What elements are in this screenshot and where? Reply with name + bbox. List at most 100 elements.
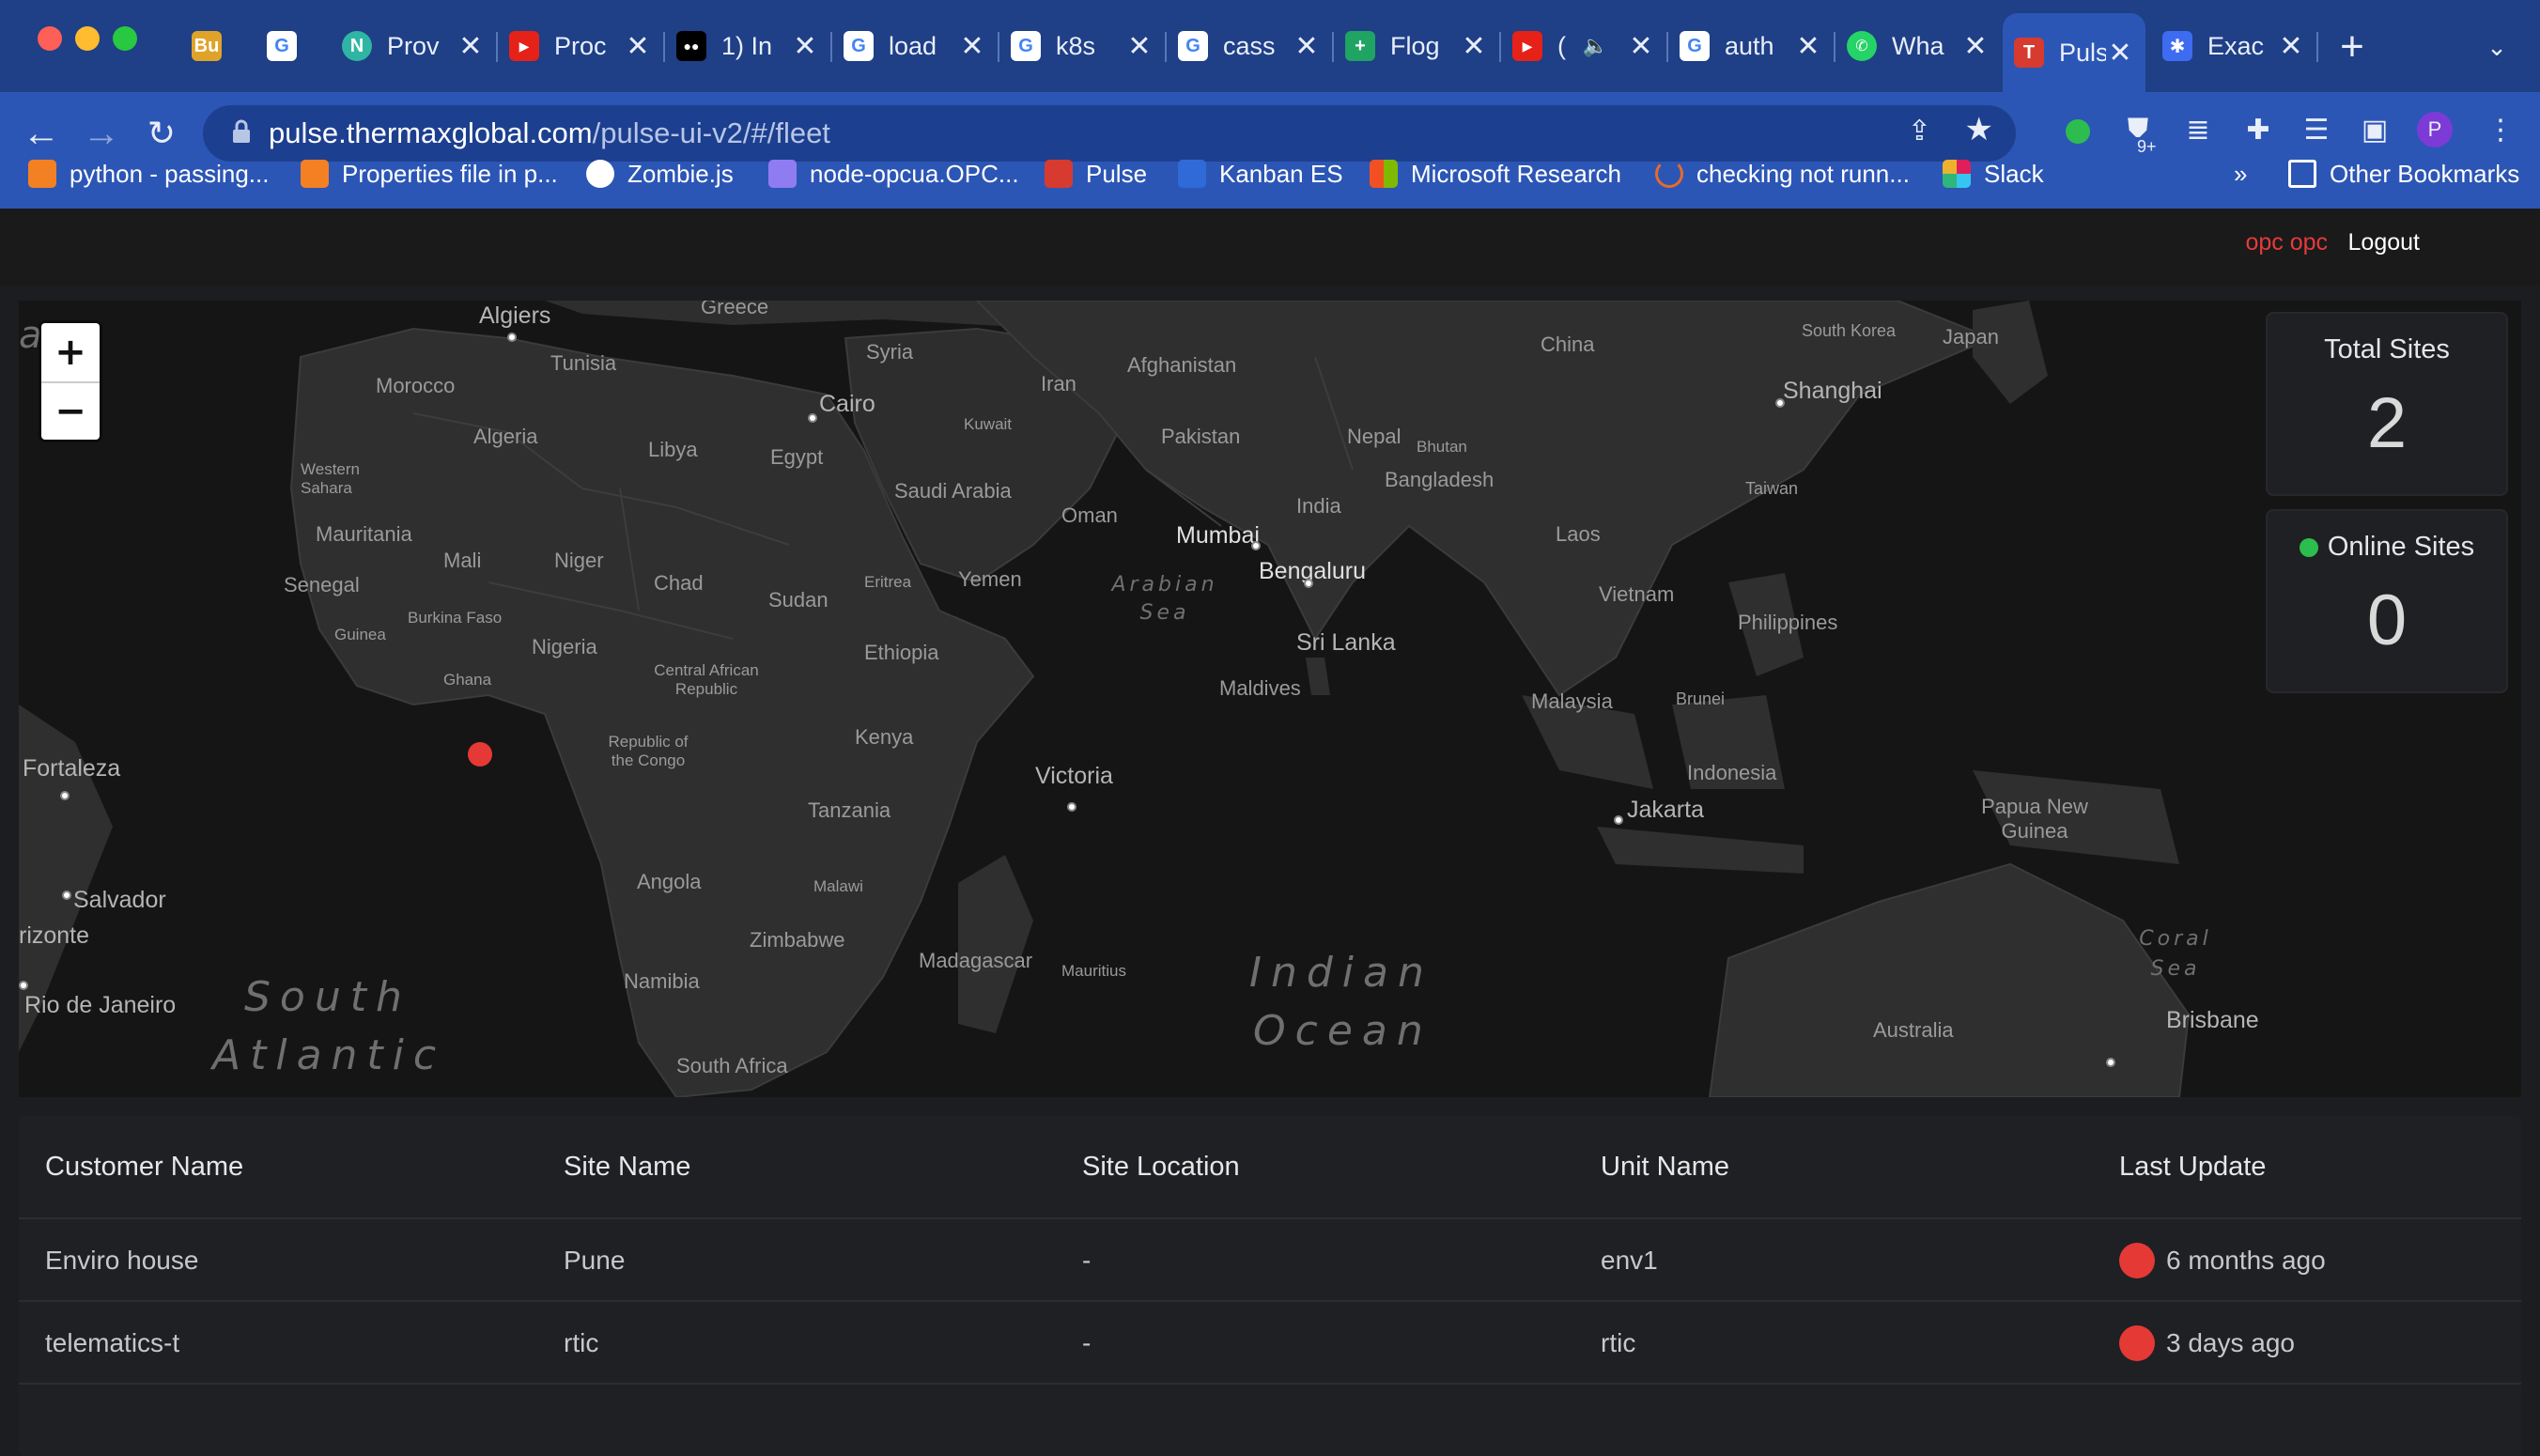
close-icon[interactable]: ✕ <box>457 30 485 63</box>
bookmark-label: Pulse <box>1086 159 1148 188</box>
browser-tab[interactable]: G auth ✕ <box>1668 17 1834 75</box>
map-label: Mauritania <box>316 522 412 546</box>
bookmark-item[interactable]: Zombie.js <box>586 154 734 194</box>
map-label: Mumbai <box>1176 522 1260 549</box>
logout-link[interactable]: Logout <box>2348 229 2420 256</box>
close-icon[interactable]: ✕ <box>958 30 986 63</box>
map-label: Indonesia <box>1687 761 1777 784</box>
tab-title: Exac <box>2207 31 2265 60</box>
bookmark-item[interactable]: Properties file in p... <box>301 154 558 194</box>
forward-button[interactable]: → <box>77 109 126 158</box>
close-icon[interactable]: ✕ <box>791 30 819 63</box>
sites-table: Customer Name Site Name Site Location Un… <box>19 1116 2521 1456</box>
offline-status-icon <box>2119 1325 2155 1361</box>
maximize-window-button[interactable] <box>113 26 137 51</box>
browser-tab[interactable]: ✱ Exac ✕ <box>2151 17 2316 75</box>
close-icon[interactable]: ✕ <box>1961 30 1990 63</box>
puzzle-icon[interactable]: ✚ <box>2239 111 2277 148</box>
browser-tab[interactable]: ▶ ( 🔈 ✕ <box>1501 17 1666 75</box>
browser-tab[interactable]: G cass ✕ <box>1167 17 1332 75</box>
bookmark-star-icon[interactable]: ★ <box>1965 111 1993 148</box>
browser-tab[interactable]: N Prov ✕ <box>331 17 496 75</box>
browser-tab-active[interactable]: T Puls ✕ <box>2003 13 2145 92</box>
browser-tab[interactable]: ●● 1) In ✕ <box>665 17 830 75</box>
extension-badge-icon[interactable]: ⛊ 9+ <box>2119 111 2160 157</box>
tab-search-chevron-icon[interactable]: ⌄ <box>2472 23 2521 71</box>
more-bookmarks-button[interactable]: » <box>2234 154 2247 194</box>
map-label: Nigeria <box>532 635 597 658</box>
close-icon[interactable]: ✕ <box>1794 30 1822 63</box>
browser-tab[interactable]: G load ✕ <box>832 17 998 75</box>
bookmark-item[interactable]: Slack <box>1943 154 2044 194</box>
address-bar[interactable]: pulse.thermaxglobal.com/pulse-ui-v2/#/fl… <box>203 105 2016 162</box>
microsoft-icon <box>1370 160 1398 188</box>
column-header-last-update[interactable]: Last Update <box>2119 1116 2266 1217</box>
last-update-cell: 6 months ago <box>2119 1221 2326 1300</box>
city-marker <box>1067 802 1076 812</box>
profile-avatar[interactable]: P <box>2416 111 2454 148</box>
reload-button[interactable]: ↻ <box>137 109 186 158</box>
n-icon: N <box>342 31 372 61</box>
url-path: /pulse-ui-v2/#/fleet <box>592 116 830 149</box>
new-tab-button[interactable]: + <box>2328 23 2377 71</box>
column-header-site[interactable]: Site Name <box>564 1116 690 1217</box>
layers-icon[interactable]: ≣ <box>2179 111 2217 148</box>
customer-name-cell: telematics-t <box>45 1328 180 1357</box>
browser-tab[interactable]: + Flog ✕ <box>1334 17 1499 75</box>
browser-tab[interactable]: ▶ Proc ✕ <box>498 17 663 75</box>
browser-tab[interactable]: G <box>256 17 331 75</box>
bookmark-item[interactable]: Kanban ES <box>1178 154 1343 194</box>
bookmark-item[interactable]: python - passing... <box>28 154 269 194</box>
browser-tab[interactable]: G k8s ✕ <box>999 17 1165 75</box>
back-button[interactable]: ← <box>17 109 66 158</box>
map-label: Morocco <box>376 374 456 397</box>
sidebar-icon[interactable]: ▣ <box>2356 111 2393 148</box>
close-icon[interactable]: ✕ <box>1460 30 1488 63</box>
site-marker[interactable] <box>468 742 492 767</box>
bookmark-item[interactable]: checking not runn... <box>1655 154 1910 194</box>
fleet-map[interactable]: an Algiers Greece Tunisia Morocco Algeri… <box>19 301 2521 1097</box>
close-icon[interactable]: ✕ <box>2106 37 2134 70</box>
media-queue-icon[interactable]: ☰ <box>2298 111 2335 148</box>
close-icon[interactable]: ✕ <box>1293 30 1321 63</box>
browser-tab[interactable]: Bu <box>180 17 256 75</box>
tab-title: ( <box>1557 31 1566 60</box>
column-header-unit[interactable]: Unit Name <box>1601 1116 1729 1217</box>
close-icon[interactable]: ✕ <box>1627 30 1655 63</box>
tab-title: auth <box>1725 31 1774 60</box>
column-header-location[interactable]: Site Location <box>1082 1116 1240 1217</box>
bookmark-item[interactable]: node-opcua.OPC... <box>768 154 1019 194</box>
browser-tab[interactable]: ✆ Wha ✕ <box>1835 17 2001 75</box>
extension-green-icon[interactable] <box>2059 113 2097 150</box>
other-bookmarks-folder[interactable]: Other Bookmarks <box>2288 154 2519 194</box>
close-icon[interactable]: ✕ <box>2277 30 2305 63</box>
map-label: Central African Republic <box>654 661 759 698</box>
table-row[interactable]: telematics-t rtic - rtic 3 days ago <box>19 1304 2521 1385</box>
speaker-icon[interactable]: 🔈 <box>1583 34 1608 58</box>
table-row[interactable]: Enviro house Pune - env1 6 months ago <box>19 1221 2521 1302</box>
extension-badge: 9+ <box>2134 137 2160 157</box>
map-label: Burkina Faso <box>408 609 503 627</box>
zoom-in-button[interactable]: + <box>41 323 100 381</box>
close-window-button[interactable] <box>38 26 62 51</box>
bookmark-item[interactable]: Pulse <box>1045 154 1147 194</box>
last-update-text: 3 days ago <box>2166 1328 2295 1357</box>
fleet-page: opc opc Logout Algiers Greece Tunisia Mo… <box>0 209 2540 1456</box>
lock-icon <box>233 119 250 143</box>
map-label: Kuwait <box>964 415 1013 433</box>
site-location-cell: - <box>1082 1246 1092 1275</box>
minimize-window-button[interactable] <box>75 26 100 51</box>
close-icon[interactable]: ✕ <box>624 30 652 63</box>
browser-menu-icon[interactable]: ⋮ <box>2482 111 2519 148</box>
bookmark-item[interactable]: Microsoft Research <box>1370 154 1621 194</box>
zoom-out-button[interactable]: − <box>41 381 100 440</box>
city-marker <box>1251 541 1261 550</box>
share-icon[interactable]: ⇪ <box>1908 115 1931 147</box>
map-label: Victoria <box>1035 763 1113 789</box>
user-name[interactable]: opc opc <box>2245 229 2328 256</box>
map-label: Angola <box>637 870 702 893</box>
map-label: South Africa <box>676 1054 788 1077</box>
column-header-customer[interactable]: Customer Name <box>45 1116 243 1217</box>
map-label: Philippines <box>1738 611 1838 634</box>
close-icon[interactable]: ✕ <box>1125 30 1154 63</box>
